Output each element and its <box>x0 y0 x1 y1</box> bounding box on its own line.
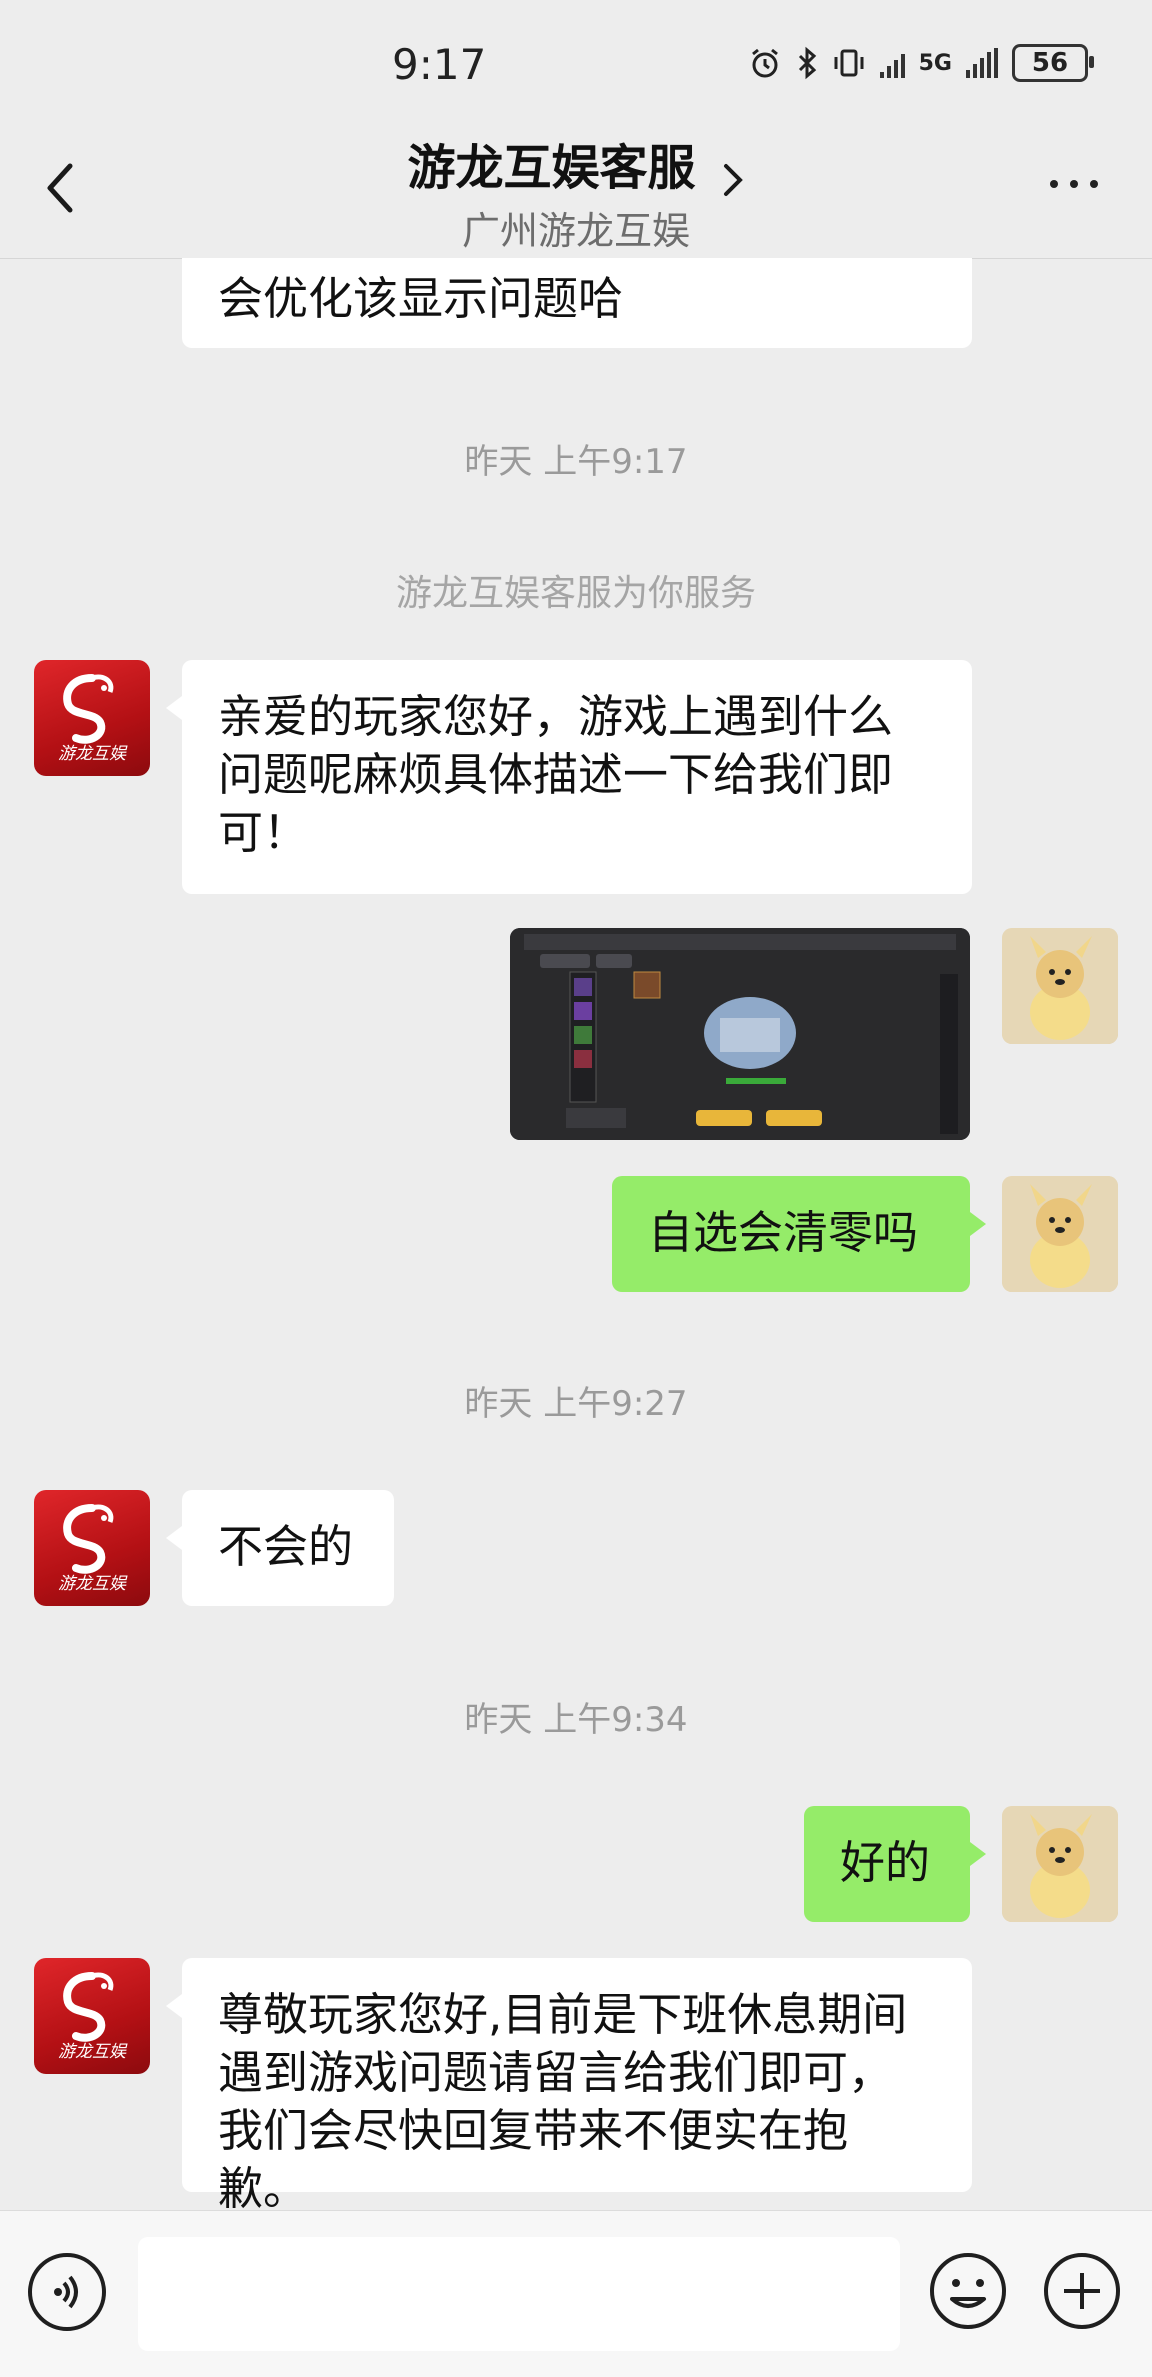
network-label: 5G <box>918 50 952 76</box>
message-text: 亲爱的玩家您好，游戏上遇到什么问题呢麻烦具体描述一下给我们即可！ <box>218 690 894 859</box>
input-bar <box>0 2210 1152 2377</box>
bluetooth-icon <box>798 46 816 80</box>
dog-avatar-icon <box>1002 928 1118 1044</box>
more-dots-icon[interactable] <box>1050 180 1098 188</box>
status-bar: 9:17 5G 56 <box>0 0 1152 130</box>
avatar[interactable]: 游龙互娱 <box>34 1958 150 2074</box>
signal-5g-icon <box>966 48 998 78</box>
status-time: 9:17 <box>392 40 487 89</box>
battery-level: 56 <box>1031 48 1069 78</box>
system-notice: 游龙互娱客服为你服务 <box>395 573 756 614</box>
image-message[interactable] <box>510 928 970 1140</box>
battery-icon: 56 <box>1012 44 1094 82</box>
message-text: 好的 <box>840 1836 931 1889</box>
vibrate-icon <box>834 49 864 77</box>
dog-avatar-icon <box>1002 1806 1118 1922</box>
plus-icon[interactable] <box>1040 2249 1124 2333</box>
message-text: 尊敬玩家您好,目前是下班休息期间遇到游戏问题请留言给我们即可，我们会尽快回复带来… <box>218 1988 908 2210</box>
emoji-icon[interactable] <box>926 2249 1010 2333</box>
avatar[interactable]: 游龙互娱 <box>34 1490 150 1606</box>
message-bubble-mine[interactable]: 自选会清零吗 <box>612 1176 986 1292</box>
chat-area[interactable]: 会优化该显示问题哈 昨天 上午9:17 游龙互娱客服为你服务 游龙互娱 亲爱的玩… <box>0 258 1152 2210</box>
message-input[interactable] <box>138 2237 900 2351</box>
message-text: 会优化该显示问题哈 <box>218 272 624 325</box>
status-icons: 5G 56 <box>748 44 1094 82</box>
avatar[interactable] <box>1002 1176 1118 1292</box>
chat-header: 游龙互娱客服 广州游龙互娱 <box>0 120 1152 259</box>
avatar-logo-text: 游龙互娱 <box>58 1574 126 1594</box>
message-bubble-partial[interactable]: 会优化该显示问题哈 <box>182 258 972 348</box>
dog-avatar-icon <box>1002 1176 1118 1292</box>
timestamp: 昨天 上午9:34 <box>464 1700 688 1740</box>
game-screenshot-thumbnail <box>510 928 970 1140</box>
signal-icon <box>879 48 905 78</box>
timestamp: 昨天 上午9:27 <box>464 1384 688 1424</box>
message-text: 不会的 <box>218 1520 354 1573</box>
avatar[interactable] <box>1002 1806 1118 1922</box>
alarm-icon <box>751 48 778 78</box>
message-text: 自选会清零吗 <box>648 1206 919 1259</box>
message-bubble[interactable]: 亲爱的玩家您好，游戏上遇到什么问题呢麻烦具体描述一下给我们即可！ <box>166 660 972 894</box>
avatar-logo-text: 游龙互娱 <box>58 744 126 764</box>
message-bubble-mine[interactable]: 好的 <box>804 1806 986 1922</box>
avatar-logo-text: 游龙互娱 <box>58 2042 126 2062</box>
page-title[interactable]: 游龙互娱客服 <box>407 128 695 198</box>
chevron-right-icon[interactable] <box>721 160 745 200</box>
title-wrap[interactable]: 游龙互娱客服 <box>0 128 1152 200</box>
avatar[interactable]: 游龙互娱 <box>34 660 150 776</box>
timestamp: 昨天 上午9:17 <box>464 442 688 482</box>
page-subtitle: 广州游龙互娱 <box>461 209 690 253</box>
voice-icon[interactable] <box>28 2253 106 2331</box>
avatar[interactable] <box>1002 928 1118 1044</box>
message-bubble[interactable]: 尊敬玩家您好,目前是下班休息期间遇到游戏问题请留言给我们即可，我们会尽快回复带来… <box>166 1958 972 2210</box>
message-bubble[interactable]: 不会的 <box>166 1490 394 1606</box>
